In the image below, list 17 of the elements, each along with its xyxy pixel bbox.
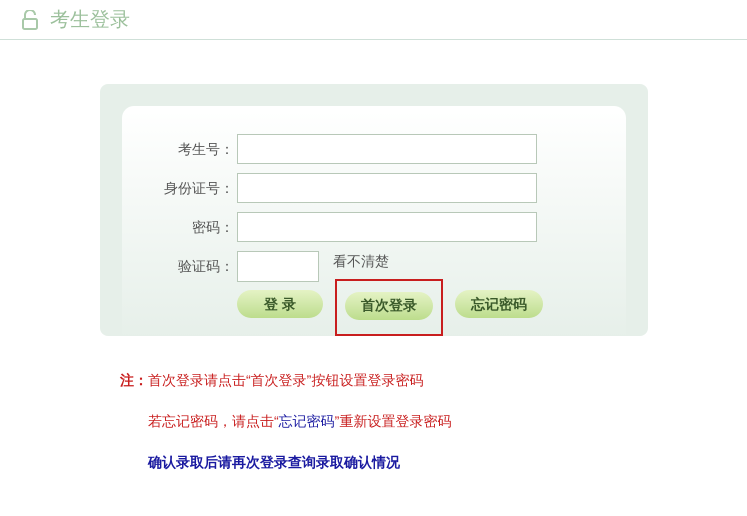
form-button[interactable]: 首次登录 [345, 292, 433, 320]
input-field[interactable] [237, 134, 537, 164]
note-text: 若忘记密码，请点击“忘记密码”重新设置登录密码 [148, 412, 452, 431]
note-text: 确认录取后请再次登录查询录取确认情况 [148, 453, 401, 472]
form-button[interactable]: 忘记密码 [455, 290, 543, 318]
field-label: 考生号： [177, 140, 234, 158]
note-text: 注：首次登录请点击“首次登录”按钮设置登录密码 [120, 371, 424, 390]
captcha-refresh-link[interactable]: 看不清楚 [333, 251, 389, 272]
field-label: 身份证号： [163, 178, 234, 198]
form-button[interactable]: 登 录 [237, 290, 323, 318]
captcha-field[interactable] [237, 251, 319, 282]
field-label: 验证码： [177, 257, 234, 276]
field-label: 密码： [191, 218, 234, 236]
input-field[interactable] [237, 173, 537, 203]
page-title: 考生登录 [50, 8, 130, 32]
input-field[interactable] [237, 212, 537, 242]
lock-icon [22, 10, 38, 30]
